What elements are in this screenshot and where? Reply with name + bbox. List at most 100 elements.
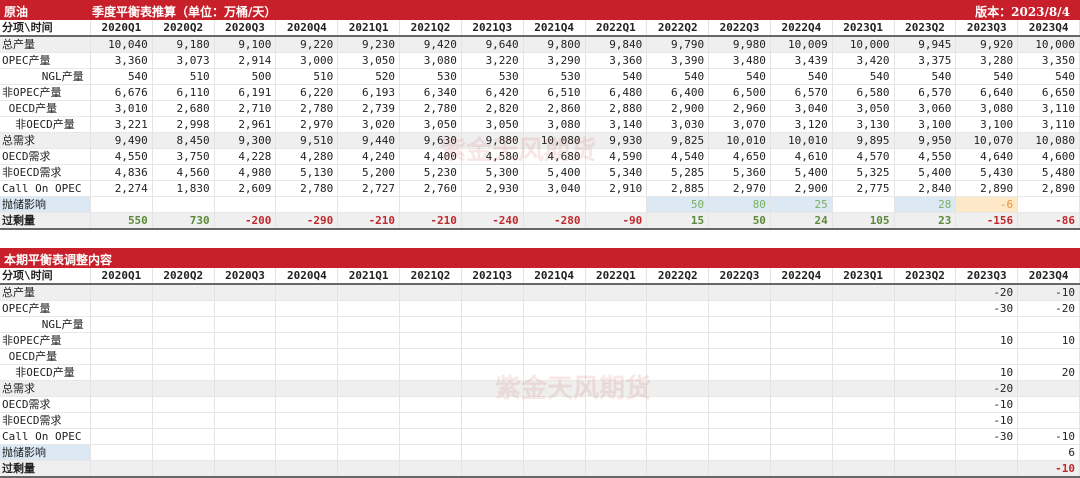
table-cell [214,316,277,333]
table-cell [585,396,648,413]
table-cell [337,316,401,333]
table-cell: 3,040 [523,180,586,197]
table-cell: 9,945 [894,36,957,53]
table-cell [708,460,771,478]
table-cell [399,196,462,213]
row-label: 非OECD需求 [0,164,91,181]
table-cell [770,284,833,301]
table-cell: -6 [955,196,1019,213]
table-row: 总产量 -20 -10 [0,284,1080,301]
row-label: 总产量 [0,284,91,301]
period-header: 2023Q1 [832,268,895,285]
table-cell: 500 [214,68,277,85]
table-row: Call On OPEC -30 -10 [0,428,1080,445]
table-cell: 9,880 [461,132,524,149]
table-cell: 10 [1017,332,1080,349]
table-cell [90,444,153,461]
table-cell: 9,230 [337,36,401,53]
table-cell [90,460,153,478]
table-cell [770,364,833,381]
table-cell [646,380,710,397]
table-cell [275,396,339,413]
table-cell: 4,600 [1017,148,1080,165]
table-cell: 3,020 [337,116,401,133]
table-cell: 9,840 [585,36,648,53]
table-cell: 6,640 [955,84,1019,101]
table-cell: 4,640 [955,148,1019,165]
table-cell: 510 [152,68,215,85]
balance-grid: 分项\时间 2020Q1 2020Q2 2020Q3 2020Q4 2021Q1 2021Q… [0,20,1080,230]
table-cell [90,396,153,413]
row-label: NGL产量 [0,68,91,85]
table-cell [337,396,401,413]
table-cell [585,332,648,349]
row-label: OPEC产量 [0,300,91,317]
table-cell: 2,910 [585,180,648,197]
table-cell [708,380,771,397]
table-cell [523,348,586,365]
table-cell [399,396,462,413]
header-label: 分项\时间 [0,20,91,37]
table-row: NGL产量 [0,316,1080,333]
table-cell: -20 [955,284,1019,301]
table-cell: 9,800 [523,36,586,53]
period-header: 2021Q3 [461,268,524,285]
table-cell [646,396,710,413]
table-cell: -10 [1017,428,1080,445]
table-cell [90,412,153,429]
table-cell: -210 [399,212,462,230]
table-row: OPEC产量 3,360 3,073 2,914 3,000 3,050 3,080 3,22… [0,52,1080,69]
table-cell: 2,274 [90,180,153,197]
table-cell: 6,500 [708,84,771,101]
table-cell: 28 [894,196,957,213]
table-cell [832,396,895,413]
table-cell [461,380,524,397]
table-cell [337,196,401,213]
table-cell: 510 [275,68,339,85]
table-cell [585,460,648,478]
row-label: OECD产量 [0,348,91,365]
table-cell: 5,400 [894,164,957,181]
table-cell [461,348,524,365]
table-cell: 50 [646,196,710,213]
period-header: 2023Q3 [955,20,1019,37]
table-cell: 5,200 [337,164,401,181]
table-cell: 6,580 [832,84,895,101]
table-cell: 3,360 [585,52,648,69]
table-cell: 2,900 [646,100,710,117]
period-header: 2021Q1 [337,20,401,37]
table-cell [955,316,1019,333]
table-cell: 3,110 [1017,116,1080,133]
row-label: 过剩量 [0,460,91,478]
table-cell [894,316,957,333]
table-cell [461,196,524,213]
table-cell: 3,390 [646,52,710,69]
table-cell [832,364,895,381]
table-cell [832,300,895,317]
table-cell: 2,680 [152,100,215,117]
table-cell: 10 [955,332,1019,349]
table-cell [523,364,586,381]
table-cell: 3,050 [337,52,401,69]
table-cell: 4,400 [399,148,462,165]
period-header: 2022Q1 [585,268,648,285]
table-cell: 4,610 [770,148,833,165]
table-cell [214,460,277,478]
table-cell [399,316,462,333]
table-cell: 4,650 [708,148,771,165]
table-cell [832,380,895,397]
table-cell [894,380,957,397]
row-label: Call On OPEC [0,428,91,445]
table-cell: -90 [585,212,648,230]
table-cell [214,380,277,397]
table-cell [461,412,524,429]
adjustment-grid: 分项\时间 2020Q1 2020Q2 2020Q3 2020Q4 2021Q1 2021Q… [0,268,1080,478]
table-cell [461,444,524,461]
table-cell [708,428,771,445]
table-cell: 24 [770,212,833,230]
period-header: 2022Q4 [770,268,833,285]
table-cell: 9,630 [399,132,462,149]
table-cell [214,300,277,317]
table-cell: 3,050 [399,116,462,133]
table-cell: 540 [585,68,648,85]
